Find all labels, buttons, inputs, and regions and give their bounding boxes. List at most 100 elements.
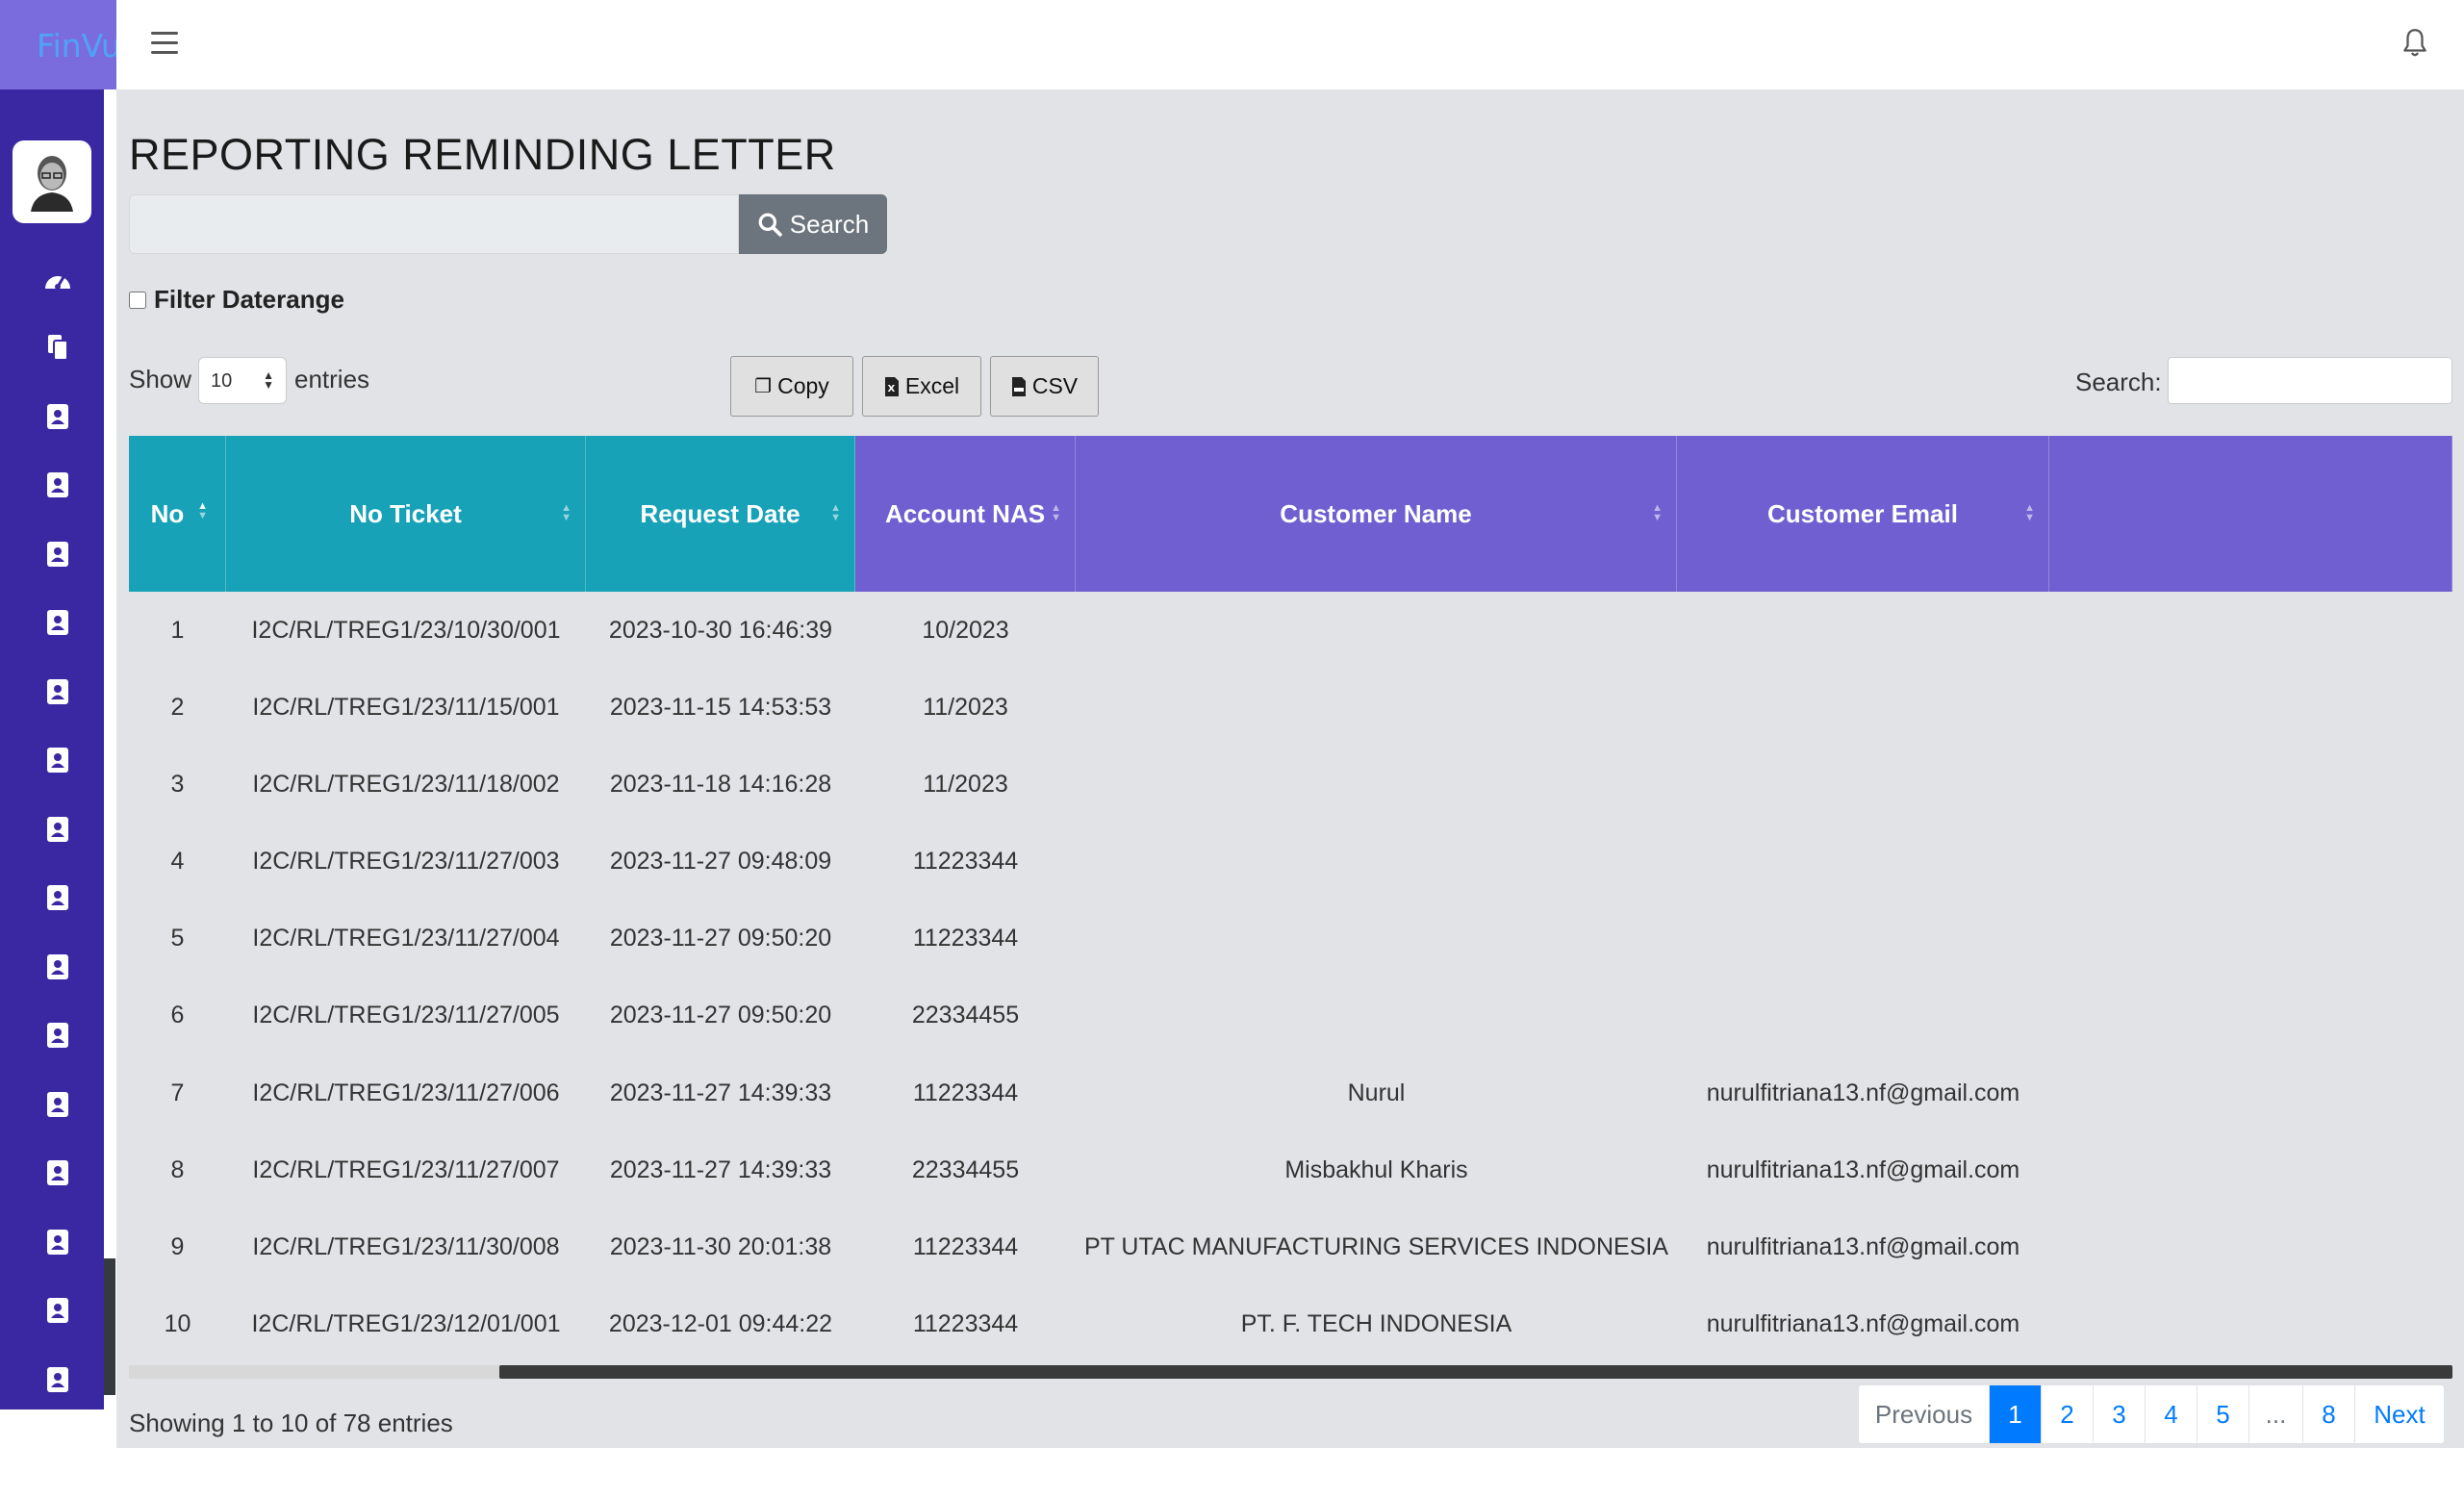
contact-card-icon-glyph	[47, 748, 68, 773]
entries-label: entries	[294, 365, 370, 394]
avatar[interactable]	[13, 140, 91, 223]
pagination-next[interactable]: Next	[2355, 1385, 2444, 1443]
pagination-page-8[interactable]: 8	[2303, 1385, 2355, 1443]
gauge-icon[interactable]	[42, 266, 73, 294]
pagination-page-3[interactable]: 3	[2094, 1385, 2146, 1443]
cell-ticket: I2C/RL/TREG1/23/10/30/001	[251, 616, 561, 644]
filter-daterange: Filter Daterange	[129, 285, 344, 315]
contact-card-icon[interactable]	[42, 952, 73, 981]
header-customer-name-label: Customer Name	[1280, 498, 1472, 528]
table-row[interactable]: 10 I2C/RL/TREG1/23/12/01/001 2023-12-01 09…	[129, 1286, 2452, 1363]
header-customer-email-label: Customer Email	[1767, 498, 1958, 528]
table-row[interactable]: 6 I2C/RL/TREG1/23/11/27/005 2023-11-27 09:…	[129, 978, 2452, 1054]
header-customer-name[interactable]: Customer Name ▲ ▼	[1076, 436, 1677, 592]
contact-card-icon[interactable]	[42, 1365, 73, 1394]
cell-request-date: 2023-11-15 14:53:53	[609, 693, 832, 721]
header-no-ticket[interactable]: No Ticket ▲ ▼	[226, 436, 586, 592]
table-row[interactable]: 7 I2C/RL/TREG1/23/11/27/006 2023-11-27 14:…	[129, 1054, 2452, 1131]
contact-card-icon[interactable]	[42, 815, 73, 844]
pagination-page-2[interactable]: 2	[2042, 1385, 2094, 1443]
sort-icon: ▲ ▼	[197, 500, 208, 521]
horizontal-scrollbar-thumb[interactable]	[499, 1365, 2452, 1379]
cell-ticket: I2C/RL/TREG1/23/11/27/004	[252, 925, 560, 952]
header-customer-email[interactable]: Customer Email ▲ ▼	[1677, 436, 2049, 592]
select-arrows-icon: ▲ ▼	[263, 368, 274, 392]
menu-icon[interactable]	[151, 32, 178, 55]
table-row[interactable]: 1 I2C/RL/TREG1/23/10/30/001 2023-10-30 16:…	[129, 592, 2452, 669]
cell-no: 8	[170, 1155, 185, 1183]
contact-card-icon[interactable]	[42, 883, 73, 912]
csv-button[interactable]: CSV	[990, 356, 1099, 417]
table-row[interactable]: 2 I2C/RL/TREG1/23/11/15/001 2023-11-15 14:…	[129, 669, 2452, 746]
contact-card-icon-glyph	[47, 1023, 68, 1048]
pagination-previous: Previous	[1859, 1385, 1990, 1443]
pagination-page-5[interactable]: 5	[2197, 1385, 2249, 1443]
contact-card-icon[interactable]	[42, 677, 73, 706]
cell-customer-name	[1076, 901, 1677, 978]
cell-no: 9	[170, 1233, 185, 1260]
contact-card-icon[interactable]	[42, 1296, 73, 1325]
filter-daterange-checkbox[interactable]	[129, 291, 146, 309]
csv-label: CSV	[1031, 373, 1079, 398]
show-label: Show	[129, 365, 192, 394]
cell-customer-email	[1677, 824, 2049, 901]
cell-customer-email	[1677, 978, 2049, 1054]
cell-request-date: 2023-11-27 09:50:20	[609, 1002, 832, 1029]
contact-card-icon-glyph	[47, 1367, 68, 1392]
header-account-nas-label: Account NAS	[884, 498, 1046, 528]
table-info: Showing 1 to 10 of 78 entries	[129, 1409, 453, 1437]
cell-customer-name	[1076, 824, 1677, 901]
cell-customer-email: nurulfitriana13.nf@gmail.com	[1706, 1079, 2020, 1106]
table-search-input[interactable]	[2168, 357, 2452, 404]
table-row[interactable]: 8 I2C/RL/TREG1/23/11/27/007 2023-11-27 14:…	[129, 1131, 2452, 1208]
bell-icon[interactable]	[2400, 27, 2429, 60]
contact-card-icon[interactable]	[42, 1158, 73, 1187]
csv-file-icon	[1011, 376, 1026, 396]
cell-ticket: I2C/RL/TREG1/23/11/27/005	[252, 1002, 560, 1029]
excel-button[interactable]: X Excel	[862, 356, 981, 417]
header-no-ticket-label: No Ticket	[349, 498, 462, 528]
cell-request-date: 2023-10-30 16:46:39	[608, 616, 833, 644]
contact-card-icon[interactable]	[42, 746, 73, 774]
logo[interactable]: FinVu	[0, 0, 116, 89]
contact-card-icon[interactable]	[42, 470, 73, 499]
table-row[interactable]: 4 I2C/RL/TREG1/23/11/27/003 2023-11-27 09:…	[129, 824, 2452, 901]
search-input[interactable]	[129, 194, 739, 254]
search-button-label: Search	[789, 209, 870, 239]
table-row[interactable]: 5 I2C/RL/TREG1/23/11/27/004 2023-11-27 09:…	[129, 901, 2452, 978]
header-no[interactable]: No ▲ ▼	[129, 436, 226, 592]
contact-card-icon-glyph	[47, 1160, 68, 1185]
contact-card-icon-glyph	[47, 954, 68, 979]
cell-ticket: I2C/RL/TREG1/23/11/18/002	[252, 770, 560, 798]
cell-ticket: I2C/RL/TREG1/23/11/30/008	[252, 1233, 560, 1260]
filter-daterange-label: Filter Daterange	[154, 285, 344, 314]
table-row[interactable]: 9 I2C/RL/TREG1/23/11/30/008 2023-11-30 20:…	[129, 1209, 2452, 1286]
contact-card-icon[interactable]	[42, 402, 73, 431]
files-icon[interactable]	[42, 333, 73, 362]
contact-card-icon[interactable]	[42, 608, 73, 637]
user-photo-icon	[31, 156, 73, 212]
cell-customer-email: nurulfitriana13.nf@gmail.com	[1706, 1155, 2020, 1183]
pagination-page-4[interactable]: 4	[2146, 1385, 2197, 1443]
excel-file-icon: X	[884, 376, 899, 396]
cell-ticket: I2C/RL/TREG1/23/12/01/001	[251, 1310, 561, 1338]
header-request-date[interactable]: Request Date ▲ ▼	[586, 436, 855, 592]
cell-no: 10	[164, 1310, 191, 1338]
table-row[interactable]: 3 I2C/RL/TREG1/23/11/18/002 2023-11-18 14:…	[129, 746, 2452, 823]
contact-card-icon[interactable]	[42, 1090, 73, 1119]
entries-select[interactable]: 10 ▲ ▼	[198, 357, 287, 404]
cell-no: 6	[170, 1002, 185, 1029]
pagination-page-1[interactable]: 1	[1990, 1385, 2042, 1443]
header-account-nas[interactable]: Account NAS ▲ ▼	[855, 436, 1076, 592]
cell-customer-name: PT. F. TECH INDONESIA	[1240, 1310, 1512, 1338]
cell-ticket: I2C/RL/TREG1/23/11/27/006	[252, 1079, 560, 1106]
cell-customer-email	[1677, 746, 2049, 823]
copy-button[interactable]: ❐ Copy	[730, 356, 853, 417]
contact-card-icon-glyph	[47, 679, 68, 704]
contact-card-icon[interactable]	[42, 1228, 73, 1257]
cell-request-date: 2023-11-30 20:01:38	[609, 1233, 832, 1260]
contact-card-icon[interactable]	[42, 540, 73, 569]
cell-customer-name	[1076, 746, 1677, 823]
contact-card-icon[interactable]	[42, 1021, 73, 1050]
search-button[interactable]: Search	[739, 194, 887, 254]
